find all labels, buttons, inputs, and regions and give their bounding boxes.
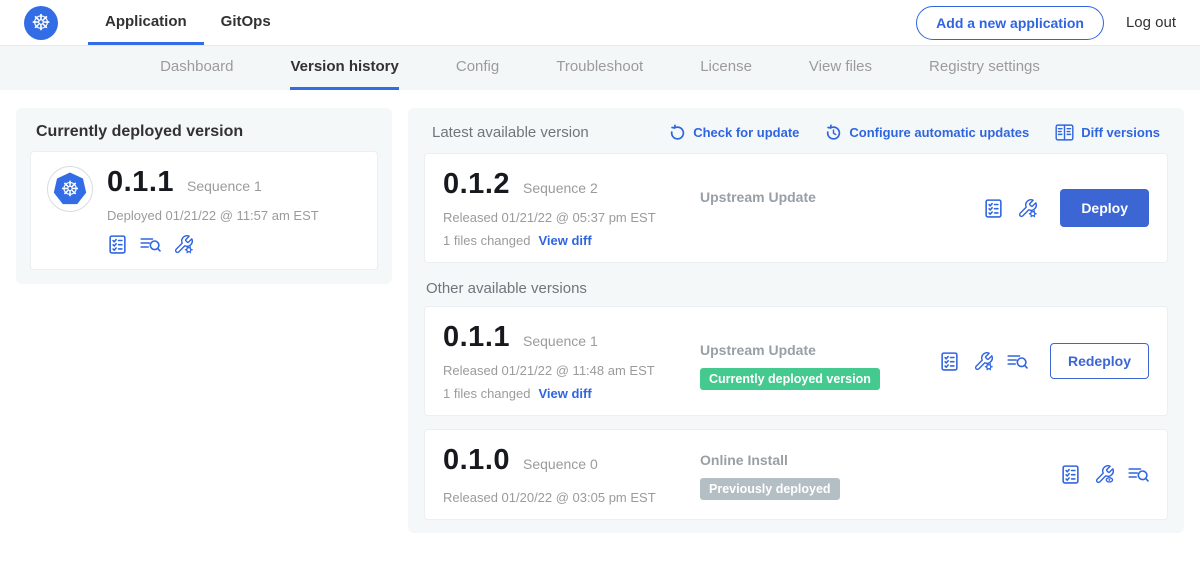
version-history-actions: Check for update Configure automatic upd… <box>669 124 1160 141</box>
deployed-version-details: 0.1.1 Sequence 1 Deployed 01/21/22 @ 11:… <box>107 166 319 255</box>
version-card-0-1-1: 0.1.1 Sequence 1 Released 01/21/22 @ 11:… <box>424 306 1168 416</box>
tab-gitops[interactable]: GitOps <box>204 0 288 45</box>
version-info: 0.1.0 Sequence 0 Released 01/20/22 @ 03:… <box>443 444 700 505</box>
tab-application[interactable]: Application <box>88 0 204 45</box>
subtab-view-files[interactable]: View files <box>809 46 872 90</box>
helm-wheel-icon: ☸ <box>31 12 51 34</box>
version-card-0-1-0: 0.1.0 Sequence 0 Released 01/20/22 @ 03:… <box>424 429 1168 520</box>
subtab-version-history-label: Version history <box>290 58 398 75</box>
check-for-update-link[interactable]: Check for update <box>669 124 799 141</box>
files-changed-label: 1 files changed <box>443 386 530 401</box>
file-search-icon[interactable] <box>1007 351 1028 372</box>
app-brand: ☸ <box>24 0 58 45</box>
latest-available-title: Latest available version <box>432 124 589 141</box>
version-source: Upstream Update Currently deployed versi… <box>700 321 939 390</box>
logout-button[interactable]: Log out <box>1126 14 1176 31</box>
subtab-license-label: License <box>700 58 752 75</box>
source-label: Upstream Update <box>700 189 983 205</box>
currently-deployed-card: ☸ 0.1.1 Sequence 1 Deployed 01/21/22 @ 1… <box>30 151 378 270</box>
source-label: Online Install <box>700 452 1060 468</box>
currently-deployed-panel: Currently deployed version ☸ 0.1.1 Seque… <box>16 108 392 284</box>
schedule-update-icon <box>825 124 842 141</box>
version-number: 0.1.0 <box>443 444 510 477</box>
subtab-license[interactable]: License <box>700 46 752 90</box>
main-content: Currently deployed version ☸ 0.1.1 Seque… <box>0 90 1200 533</box>
version-history-header: Latest available version Check for updat… <box>424 122 1168 153</box>
deployed-version-number: 0.1.1 <box>107 166 174 199</box>
subtab-version-history[interactable]: Version history <box>290 46 398 90</box>
currently-deployed-badge: Currently deployed version <box>700 368 880 390</box>
configure-automatic-updates-link[interactable]: Configure automatic updates <box>825 124 1029 141</box>
subtab-config-label: Config <box>456 58 499 75</box>
subtab-config[interactable]: Config <box>456 46 499 90</box>
app-subnav: Dashboard Version history Config Trouble… <box>0 46 1200 90</box>
wrench-gear-icon[interactable] <box>973 351 994 372</box>
version-actions <box>1060 464 1149 485</box>
version-number: 0.1.2 <box>443 168 510 201</box>
subtab-registry-settings[interactable]: Registry settings <box>929 46 1040 90</box>
released-timestamp: Released 01/21/22 @ 05:37 pm EST <box>443 210 700 225</box>
view-diff-link[interactable]: View diff <box>538 233 591 248</box>
redeploy-button[interactable]: Redeploy <box>1050 343 1149 379</box>
subtab-troubleshoot[interactable]: Troubleshoot <box>556 46 643 90</box>
tab-gitops-label: GitOps <box>221 13 271 30</box>
deploy-button[interactable]: Deploy <box>1060 189 1149 227</box>
deployed-sequence-label: Sequence 1 <box>187 178 262 194</box>
other-versions-title: Other available versions <box>424 263 1168 306</box>
subtab-dashboard-label: Dashboard <box>160 58 233 75</box>
top-nav: ☸ Application GitOps Add a new applicati… <box>0 0 1200 46</box>
released-timestamp: Released 01/21/22 @ 11:48 am EST <box>443 363 700 378</box>
version-info: 0.1.2 Sequence 2 Released 01/21/22 @ 05:… <box>443 168 700 248</box>
app-logo-badge: ☸ <box>47 166 93 212</box>
configure-automatic-updates-label: Configure automatic updates <box>849 125 1029 140</box>
currently-deployed-title: Currently deployed version <box>30 123 378 151</box>
wrench-eye-icon[interactable] <box>1094 464 1115 485</box>
check-for-update-label: Check for update <box>693 125 799 140</box>
subtab-registry-settings-label: Registry settings <box>929 58 1040 75</box>
helm-wheel-icon: ☸ <box>61 179 80 200</box>
diff-versions-label: Diff versions <box>1081 125 1160 140</box>
wrench-gear-icon[interactable] <box>173 234 194 255</box>
refresh-icon <box>669 124 686 141</box>
wrench-gear-icon[interactable] <box>1017 198 1038 219</box>
version-source: Upstream Update <box>700 168 983 205</box>
subtab-dashboard[interactable]: Dashboard <box>160 46 233 90</box>
diff-icon <box>1055 124 1074 141</box>
checklist-icon[interactable] <box>1060 464 1081 485</box>
topnav-spacer <box>288 0 916 45</box>
version-actions: Redeploy <box>939 343 1149 379</box>
released-timestamp: Released 01/20/22 @ 03:05 pm EST <box>443 490 700 505</box>
version-source: Online Install Previously deployed <box>700 444 1060 500</box>
kubernetes-heptagon-logo: ☸ <box>52 171 88 207</box>
sequence-label: Sequence 1 <box>523 333 598 349</box>
kubernetes-logo: ☸ <box>24 6 58 40</box>
add-application-button[interactable]: Add a new application <box>916 6 1104 40</box>
file-search-icon[interactable] <box>1128 464 1149 485</box>
sequence-label: Sequence 0 <box>523 456 598 472</box>
subtab-troubleshoot-label: Troubleshoot <box>556 58 643 75</box>
deployed-timestamp: Deployed 01/21/22 @ 11:57 am EST <box>107 208 319 223</box>
tab-application-label: Application <box>105 13 187 30</box>
version-actions: Deploy <box>983 189 1149 227</box>
file-search-icon[interactable] <box>140 234 161 255</box>
sequence-label: Sequence 2 <box>523 180 598 196</box>
previously-deployed-badge: Previously deployed <box>700 478 840 500</box>
version-number: 0.1.1 <box>443 321 510 354</box>
diff-versions-link[interactable]: Diff versions <box>1055 124 1160 141</box>
view-diff-link[interactable]: View diff <box>538 386 591 401</box>
checklist-icon[interactable] <box>983 198 1004 219</box>
files-changed-label: 1 files changed <box>443 233 530 248</box>
version-info: 0.1.1 Sequence 1 Released 01/21/22 @ 11:… <box>443 321 700 401</box>
checklist-icon[interactable] <box>107 234 128 255</box>
source-label: Upstream Update <box>700 342 939 358</box>
checklist-icon[interactable] <box>939 351 960 372</box>
version-history-panel: Latest available version Check for updat… <box>408 108 1184 533</box>
version-card-0-1-2: 0.1.2 Sequence 2 Released 01/21/22 @ 05:… <box>424 153 1168 263</box>
subtab-view-files-label: View files <box>809 58 872 75</box>
